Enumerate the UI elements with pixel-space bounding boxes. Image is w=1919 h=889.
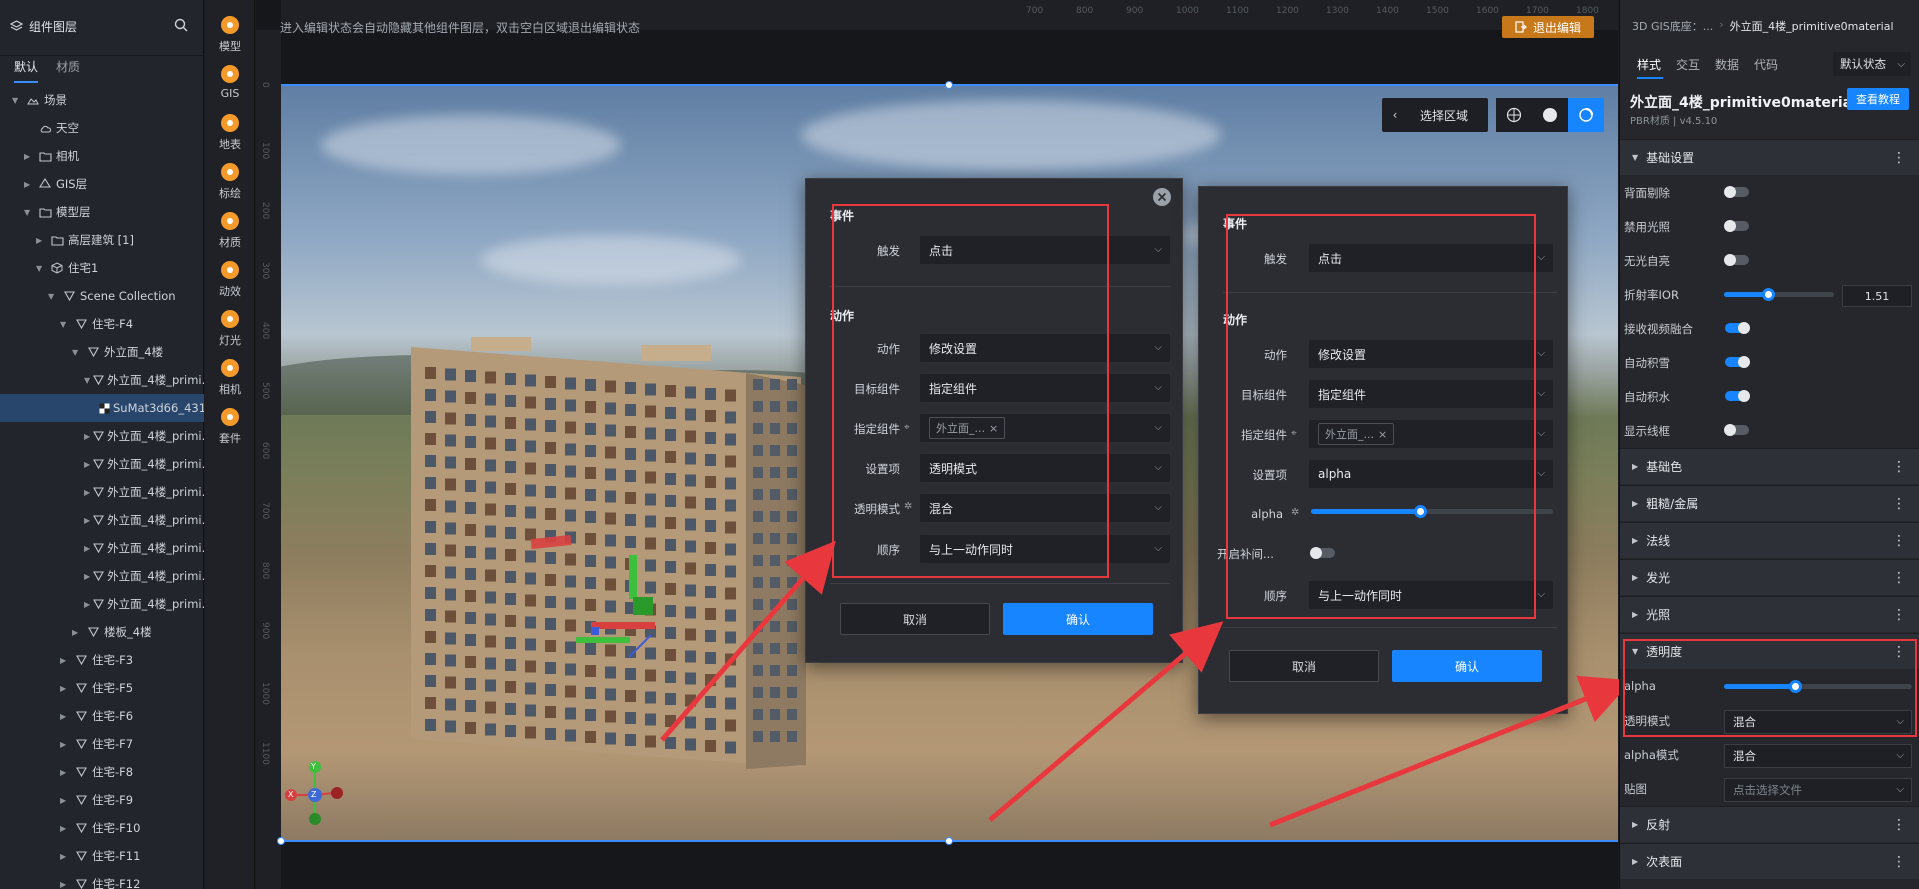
prop-ior: 折射率IOR 1.51: [1620, 277, 1919, 311]
section-transparency[interactable]: ▼ 透明度 ⋮: [1620, 633, 1919, 669]
more-icon[interactable]: ⋮: [1892, 607, 1906, 623]
prop-unlit: 无光自亮: [1620, 243, 1919, 277]
wireframe-toggle[interactable]: [1724, 424, 1749, 436]
section-reflection[interactable]: ▶ 反射 ⋮: [1620, 806, 1919, 842]
more-icon[interactable]: ⋮: [1892, 496, 1906, 512]
caret-right-icon: ▶: [1632, 573, 1639, 582]
water-toggle[interactable]: [1725, 390, 1750, 402]
chevron-down-icon: ⌵: [1896, 750, 1904, 761]
more-icon[interactable]: ⋮: [1892, 459, 1906, 475]
unlit-toggle[interactable]: [1724, 254, 1749, 266]
section-subsurface[interactable]: ▶ 次表面 ⋮: [1620, 843, 1919, 879]
property-panel: 3D GIS底座：... › 外立面_4楼_primitive0material…: [1619, 0, 1919, 889]
video-fusion-toggle[interactable]: [1725, 322, 1750, 334]
caret-down-icon: ▼: [1632, 153, 1639, 162]
prop-nolight: 禁用光照: [1620, 209, 1919, 243]
caret-down-icon: ▼: [1632, 647, 1639, 656]
section-base-color[interactable]: ▶ 基础色 ⋮: [1620, 448, 1919, 484]
map-file-select[interactable]: 点击选择文件 ⌵: [1724, 778, 1912, 802]
alpha-mode-select[interactable]: 混合 ⌵: [1724, 744, 1912, 768]
ior-slider[interactable]: [1724, 288, 1834, 301]
breadcrumb-current: 外立面_4楼_primitive0material: [1729, 20, 1894, 33]
tab-code[interactable]: 代码: [1754, 56, 1778, 73]
more-icon[interactable]: ⋮: [1892, 817, 1906, 833]
section-roughness-metal[interactable]: ▶ 粗糙/金属 ⋮: [1620, 485, 1919, 521]
section-normal[interactable]: ▶ 法线 ⋮: [1620, 522, 1919, 558]
caret-right-icon: ▶: [1632, 462, 1639, 471]
tab-data[interactable]: 数据: [1715, 56, 1739, 73]
slider-knob[interactable]: [1789, 680, 1803, 693]
tab-style[interactable]: 样式: [1637, 56, 1661, 73]
transparency-mode-select[interactable]: 混合 ⌵: [1724, 710, 1912, 734]
prop-alpha: alpha: [1620, 669, 1919, 703]
chevron-right-icon: ›: [1719, 18, 1724, 31]
prop-alpha-mode: alpha模式 混合 ⌵: [1620, 737, 1919, 771]
slider-knob[interactable]: [1762, 288, 1775, 301]
chevron-down-icon: ⌵: [1897, 58, 1905, 70]
more-icon[interactable]: ⋮: [1892, 533, 1906, 549]
section-emissive[interactable]: ▶ 发光 ⋮: [1620, 559, 1919, 595]
breadcrumb-root[interactable]: 3D GIS底座：...: [1632, 18, 1713, 34]
more-icon[interactable]: ⋮: [1892, 644, 1906, 660]
prop-map: 贴图 点击选择文件 ⌵: [1620, 771, 1919, 805]
backface-toggle[interactable]: [1724, 186, 1749, 198]
active-tab-indicator: [1637, 77, 1663, 79]
prop-transparency-mode: 透明模式 混合 ⌵: [1620, 703, 1919, 737]
alpha-slider[interactable]: [1724, 680, 1912, 693]
prop-wireframe: 显示线框: [1620, 413, 1919, 447]
chevron-down-icon: ⌵: [1896, 716, 1904, 727]
more-icon[interactable]: ⋮: [1892, 854, 1906, 870]
caret-right-icon: ▶: [1632, 820, 1639, 829]
material-name: 外立面_4楼_primitive0material: [1630, 95, 1857, 111]
more-icon[interactable]: ⋮: [1892, 150, 1906, 166]
caret-right-icon: ▶: [1632, 857, 1639, 866]
section-basic-settings[interactable]: ▼ 基础设置 ⋮: [1620, 139, 1919, 175]
caret-right-icon: ▶: [1632, 499, 1639, 508]
snow-toggle[interactable]: [1725, 356, 1750, 368]
tutorial-button[interactable]: 查看教程: [1847, 88, 1909, 110]
prop-video: 接收视频融合: [1620, 311, 1919, 345]
ior-input[interactable]: 1.51: [1842, 285, 1912, 307]
breadcrumb: 3D GIS底座：... › 外立面_4楼_primitive0material: [1632, 18, 1894, 34]
nolight-toggle[interactable]: [1724, 220, 1749, 232]
chevron-down-icon: ⌵: [1896, 784, 1904, 795]
state-dropdown[interactable]: 默认状态 ⌵: [1833, 52, 1911, 76]
prop-snow: 自动积雪: [1620, 345, 1919, 379]
caret-right-icon: ▶: [1632, 536, 1639, 545]
tab-interaction[interactable]: 交互: [1676, 56, 1700, 73]
caret-right-icon: ▶: [1632, 610, 1639, 619]
section-lighting[interactable]: ▶ 光照 ⋮: [1620, 596, 1919, 632]
more-icon[interactable]: ⋮: [1892, 570, 1906, 586]
material-subtitle: PBR材质 | v4.5.10: [1630, 116, 1718, 127]
prop-water: 自动积水: [1620, 379, 1919, 413]
prop-backface: 背面剔除: [1620, 175, 1919, 209]
